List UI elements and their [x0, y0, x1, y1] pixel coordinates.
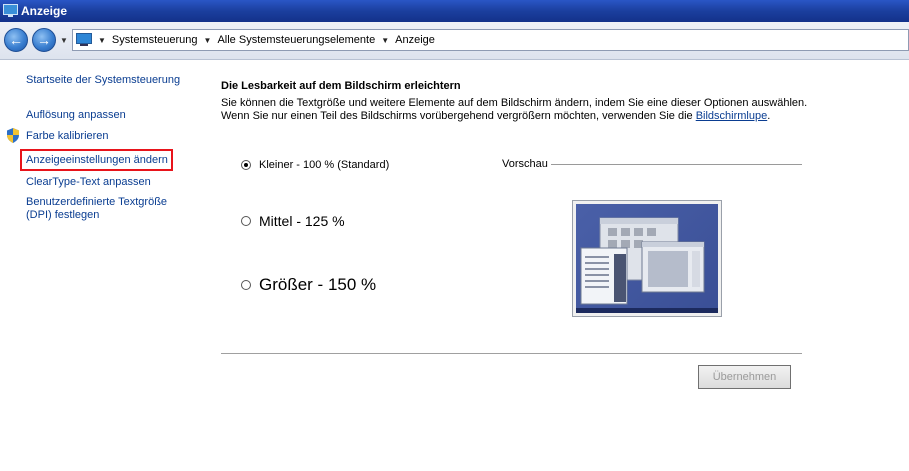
title-bar: Anzeige — [0, 0, 909, 22]
radio-kleiner[interactable] — [241, 160, 251, 170]
back-button[interactable]: ← — [4, 28, 28, 52]
sidebar-item-dpi[interactable]: Benutzerdefinierte Textgröße (DPI) festl… — [26, 196, 167, 222]
option-mittel-label[interactable]: Mittel - 125 % — [259, 213, 345, 229]
radio-mittel[interactable] — [241, 216, 251, 226]
page-title: Die Lesbarkeit auf dem Bildschirm erleic… — [221, 80, 461, 92]
shield-icon — [7, 128, 19, 143]
sidebar-item-farbe[interactable]: Farbe kalibrieren — [26, 130, 109, 143]
sidebar-item-startseite[interactable]: Startseite der Systemsteuerung — [26, 74, 180, 87]
control-panel-icon — [76, 33, 92, 47]
breadcrumb-systemsteuerung[interactable]: Systemsteuerung — [112, 34, 198, 46]
address-toolbar: ← → ▼ ▼ Systemsteuerung ▼ Alle Systemste… — [0, 22, 909, 60]
forward-button[interactable]: → — [32, 28, 56, 52]
sidebar-item-dpi-line2: (DPI) festlegen — [26, 209, 100, 221]
arrow-left-icon: ← — [9, 32, 23, 48]
sidebar-item-cleartype[interactable]: ClearType-Text anpassen — [26, 176, 151, 189]
option-groesser[interactable]: Größer - 150 % — [241, 275, 376, 295]
sidebar-item-dpi-line1: Benutzerdefinierte Textgröße — [26, 196, 168, 208]
address-box[interactable]: ▼ Systemsteuerung ▼ Alle Systemsteuerung… — [72, 29, 909, 51]
option-kleiner-label[interactable]: Kleiner - 100 % (Standard) — [259, 159, 389, 171]
option-mittel[interactable]: Mittel - 125 % — [241, 213, 345, 229]
description-line-2-suffix: . — [767, 110, 771, 122]
radio-groesser[interactable] — [241, 280, 251, 290]
option-kleiner[interactable]: Kleiner - 100 % (Standard) — [241, 159, 389, 171]
chevron-right-icon[interactable]: ▼ — [381, 36, 389, 45]
sidebar-item-aufloesung[interactable]: Auflösung anpassen — [26, 109, 126, 122]
history-dropdown-icon[interactable]: ▼ — [60, 36, 68, 45]
apply-button[interactable]: Übernehmen — [698, 365, 791, 389]
chevron-right-icon[interactable]: ▼ — [204, 36, 212, 45]
bottom-divider — [221, 353, 802, 354]
display-icon — [3, 4, 18, 18]
breadcrumb-anzeige[interactable]: Anzeige — [395, 34, 435, 46]
chevron-right-icon[interactable]: ▼ — [98, 36, 106, 45]
breadcrumb-alle-elemente[interactable]: Alle Systemsteuerungselemente — [217, 34, 375, 46]
bildschirmlupe-link[interactable]: Bildschirmlupe — [696, 110, 768, 122]
description-line-1: Sie können die Textgröße und weitere Ele… — [221, 97, 808, 109]
preview-image — [572, 200, 722, 317]
arrow-right-icon: → — [37, 32, 51, 48]
sidebar-item-anzeigeeinstellungen[interactable]: Anzeigeeinstellungen ändern — [26, 154, 168, 167]
preview-windows-icon — [580, 217, 705, 305]
window-title: Anzeige — [21, 4, 68, 18]
description-line-2-text: Wenn Sie nur einen Teil des Bildschirms … — [221, 110, 693, 122]
preview-label: Vorschau — [502, 158, 548, 170]
description-line-2: Wenn Sie nur einen Teil des Bildschirms … — [221, 110, 770, 122]
option-groesser-label[interactable]: Größer - 150 % — [259, 275, 376, 295]
preview-divider — [551, 164, 802, 165]
